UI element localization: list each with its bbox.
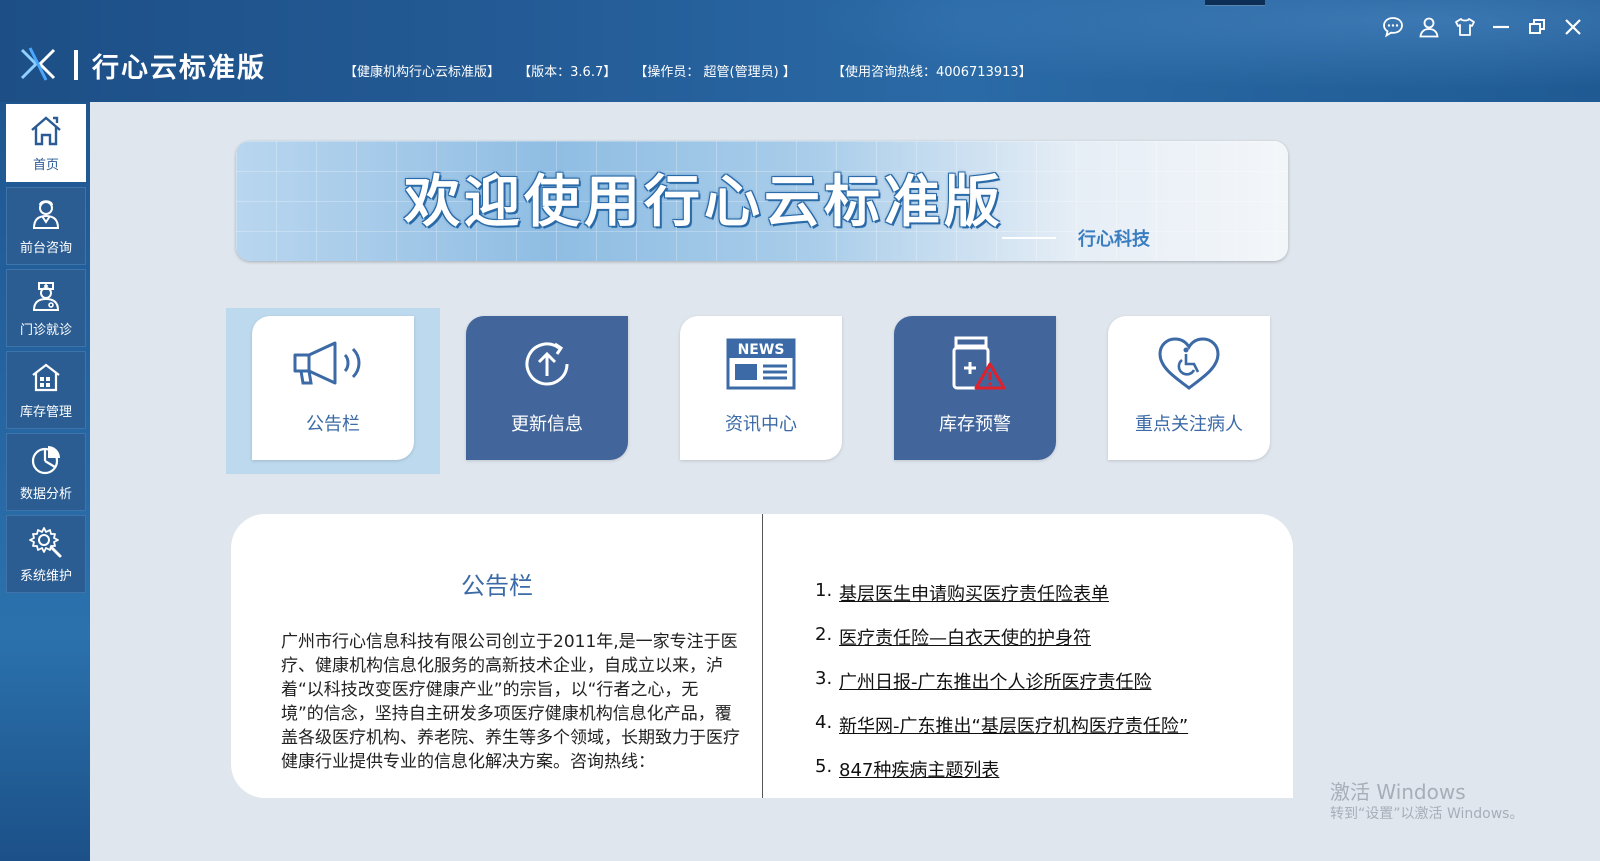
sidebar-item-analytics[interactable]: 数据分析	[6, 433, 86, 511]
app-title: 行心云标准版	[92, 53, 266, 84]
minimize-icon	[1493, 25, 1509, 29]
sidebar-item-system[interactable]: 系统维护	[6, 515, 86, 593]
logo-divider	[74, 50, 78, 80]
restore-icon	[1529, 19, 1545, 34]
info-panel: 公告栏 广州市行心信息科技有限公司创立于2011年,是一家专注于医疗、健康机构信…	[231, 514, 1293, 798]
sidebar-item-label: 门诊就诊	[19, 322, 72, 338]
title-bar: 行心云标准版 【健康机构行心云标准版】 【版本：3.6.7】 【操作员： 超管(…	[0, 0, 1600, 102]
sidebar-item-label: 库存管理	[19, 404, 72, 420]
sidebar-item-label: 前台咨询	[19, 240, 72, 256]
news-link[interactable]: 广州日报-广东推出个人诊所医疗责任险	[839, 668, 1152, 694]
skin-button[interactable]	[1452, 14, 1478, 40]
news-link[interactable]: 基层医生申请购买医疗责任险表单	[839, 580, 1109, 606]
close-icon	[1565, 19, 1581, 35]
sidebar-item-reception[interactable]: 前台咨询	[6, 187, 86, 265]
bulletin-section: 公告栏 广州市行心信息科技有限公司创立于2011年,是一家专注于医疗、健康机构信…	[231, 514, 763, 798]
news-number: 5.	[815, 756, 833, 777]
list-item: 1. 基层医生申请购买医疗责任险表单	[815, 580, 1188, 624]
warehouse-icon	[32, 363, 60, 391]
tile-inventory-warning[interactable]: 库存预警	[894, 316, 1056, 460]
svg-text:NEWS: NEWS	[738, 342, 785, 358]
tile-focus-patients[interactable]: 重点关注病人	[1108, 316, 1270, 460]
news-link[interactable]: 847种疾病主题列表	[839, 756, 999, 782]
sidebar: 首页 前台咨询 门诊就诊 库存管理 数据分析 系统维护	[0, 102, 90, 861]
sidebar-item-outpatient[interactable]: 门诊就诊	[6, 269, 86, 347]
user-button[interactable]	[1416, 14, 1442, 40]
list-item: 5. 847种疾病主题列表	[815, 756, 1188, 800]
chat-icon	[1383, 17, 1403, 38]
news-link[interactable]: 新华网-广东推出“基层医疗机构医疗责任险”	[839, 712, 1188, 738]
news-number: 4.	[815, 712, 833, 733]
chat-button[interactable]	[1380, 14, 1406, 40]
bulletin-body: 广州市行心信息科技有限公司创立于2011年,是一家专注于医疗、健康机构信息化服务…	[281, 632, 740, 772]
receptionist-icon	[32, 199, 60, 229]
news-number: 2.	[815, 624, 833, 645]
update-icon	[525, 342, 569, 386]
list-item: 2. 医疗责任险—白衣天使的护身符	[815, 624, 1188, 668]
list-item: 4. 新华网-广东推出“基层医疗机构医疗责任险”	[815, 712, 1188, 756]
banner-subtitle-text: 行心科技	[1078, 229, 1150, 250]
news-number: 1.	[815, 580, 833, 601]
sidebar-item-inventory[interactable]: 库存管理	[6, 351, 86, 429]
list-item: 3. 广州日报-广东推出个人诊所医疗责任险	[815, 668, 1188, 712]
banner-subtitle-line	[1002, 237, 1056, 239]
sidebar-item-home[interactable]: 首页	[6, 104, 86, 182]
windows-activation-hint: 转到“设置”以激活 Windows。	[1330, 806, 1524, 822]
sidebar-item-label: 数据分析	[19, 486, 72, 502]
window-notch	[1205, 0, 1265, 6]
sidebar-item-label: 首页	[32, 157, 59, 173]
banner-title: 欢迎使用行心云标准版	[404, 169, 1004, 235]
product-info: 【健康机构行心云标准版】	[344, 65, 501, 80]
home-icon	[31, 115, 61, 145]
close-button[interactable]	[1560, 14, 1586, 40]
windows-activation-title: 激活 Windows	[1330, 780, 1466, 804]
news-list: 1. 基层医生申请购买医疗责任险表单 2. 医疗责任险—白衣天使的护身符 3. …	[815, 580, 1188, 800]
pie-chart-icon	[31, 445, 60, 474]
news-number: 3.	[815, 668, 833, 689]
settings-icon	[29, 526, 62, 557]
banner-subtitle: 行心科技	[1002, 225, 1150, 251]
megaphone-icon	[293, 341, 361, 385]
doctor-icon	[32, 281, 60, 311]
tile-update-info[interactable]: 更新信息	[466, 316, 628, 460]
bulletin-title: 公告栏	[461, 572, 533, 600]
minimize-button[interactable]	[1488, 14, 1514, 40]
info-bar: 【健康机构行心云标准版】 【版本：3.6.7】 【操作员： 超管(管理员) 】 …	[344, 61, 1046, 80]
welcome-banner: 欢迎使用行心云标准版 行心科技	[236, 141, 1288, 261]
version-info: 【版本：3.6.7】	[518, 65, 617, 80]
tile-news-center[interactable]: NEWS 资讯中心	[680, 316, 842, 460]
tile-label: 库存预警	[939, 414, 1011, 435]
app-logo-icon	[20, 47, 56, 81]
skin-icon	[1455, 18, 1475, 36]
sidebar-item-label: 系统维护	[19, 568, 72, 584]
news-icon: NEWS	[726, 338, 796, 390]
restore-button[interactable]	[1524, 14, 1550, 40]
tile-label: 更新信息	[511, 414, 583, 435]
tile-label: 资讯中心	[725, 414, 797, 435]
news-link[interactable]: 医疗责任险—白衣天使的护身符	[839, 624, 1091, 650]
hotline-info: 【使用咨询热线：4006713913】	[831, 65, 1032, 80]
user-icon	[1419, 17, 1439, 38]
inventory-warning-icon	[952, 336, 1006, 390]
tile-label: 公告栏	[306, 414, 360, 435]
operator-info: 【操作员： 超管(管理员) 】	[634, 65, 796, 80]
heart-care-icon	[1158, 337, 1220, 390]
tile-label: 重点关注病人	[1135, 414, 1243, 435]
window-controls	[1380, 14, 1586, 40]
tile-bulletin[interactable]: 公告栏	[252, 316, 414, 460]
